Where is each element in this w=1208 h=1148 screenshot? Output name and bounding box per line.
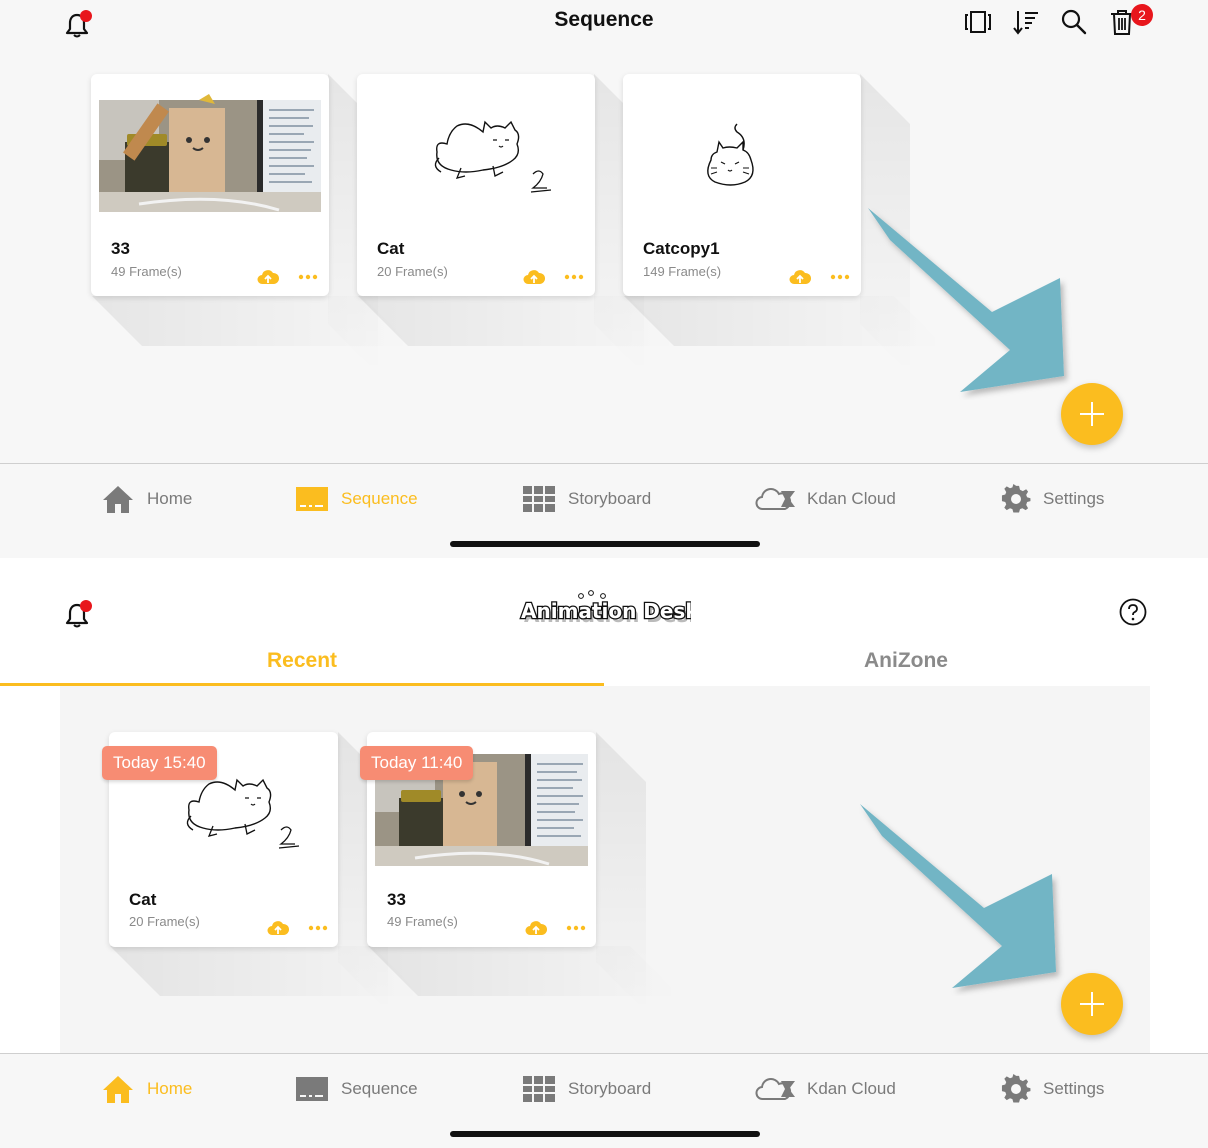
tab-sequence[interactable]: Sequence bbox=[295, 1072, 418, 1106]
tab-settings[interactable]: Settings bbox=[1001, 482, 1104, 516]
recent-card[interactable]: Today 11:40 33 49 Frame(s) bbox=[360, 732, 596, 947]
tab-kdan-cloud[interactable]: Kdan Cloud bbox=[755, 482, 896, 516]
sort-icon[interactable] bbox=[1012, 8, 1040, 36]
more-icon[interactable] bbox=[297, 270, 319, 284]
settings-icon bbox=[1001, 484, 1031, 513]
pointer-arrow bbox=[868, 208, 1064, 392]
more-icon[interactable] bbox=[307, 921, 329, 935]
tab-kdan-cloud[interactable]: Kdan Cloud bbox=[755, 1072, 896, 1106]
cloud-upload-icon[interactable] bbox=[523, 268, 546, 286]
date-badge: Today 15:40 bbox=[102, 746, 217, 780]
tab-label: Settings bbox=[1043, 489, 1105, 508]
bell-icon[interactable] bbox=[64, 600, 92, 628]
sequence-card[interactable]: Cat 20 Frame(s) bbox=[357, 74, 595, 296]
card-title: Cat bbox=[377, 239, 405, 258]
cloud-upload-icon[interactable] bbox=[789, 268, 812, 286]
sequence-screen: Sequence 2 33 49 Frame(s) Cat 20 Frame(s… bbox=[0, 0, 1208, 558]
home-icon bbox=[103, 486, 133, 513]
tab-home[interactable]: Home bbox=[101, 482, 192, 516]
cloud-upload-icon[interactable] bbox=[267, 919, 290, 937]
card-frame-count: 149 Frame(s) bbox=[643, 264, 722, 279]
more-icon[interactable] bbox=[563, 270, 585, 284]
tab-home[interactable]: Home bbox=[101, 1072, 192, 1106]
card-title: 33 bbox=[111, 239, 130, 258]
tab-settings[interactable]: Settings bbox=[1001, 1072, 1104, 1106]
more-icon[interactable] bbox=[829, 270, 851, 284]
tab-sequence[interactable]: Sequence bbox=[295, 482, 418, 516]
card-shadow bbox=[368, 946, 680, 996]
home-indicator bbox=[450, 1131, 760, 1137]
recent-card[interactable]: Today 15:40 Cat 20 Frame(s) bbox=[102, 732, 338, 947]
card-frame-count: 49 Frame(s) bbox=[111, 264, 182, 279]
card-shadow bbox=[92, 296, 412, 346]
plus-icon bbox=[1080, 992, 1104, 1016]
tab-bar: Home Sequence Storyboard Kdan Cloud Sett… bbox=[0, 463, 1208, 558]
tab-storyboard[interactable]: Storyboard bbox=[522, 1072, 651, 1106]
sequence-icon bbox=[296, 1077, 328, 1101]
notification-dot bbox=[80, 600, 92, 612]
kdan-cloud-icon bbox=[755, 488, 795, 510]
storyboard-icon bbox=[523, 486, 555, 512]
sequence-icon bbox=[296, 487, 328, 511]
card-frame-count: 49 Frame(s) bbox=[387, 914, 458, 929]
app-logo: Animation Desk Animation Desk bbox=[519, 590, 702, 628]
sequence-card[interactable]: Catcopy1 149 Frame(s) bbox=[623, 74, 861, 296]
storyboard-icon bbox=[523, 1076, 555, 1102]
tab-storyboard[interactable]: Storyboard bbox=[522, 482, 651, 516]
card-frame-count: 20 Frame(s) bbox=[129, 914, 200, 929]
tab-label: Kdan Cloud bbox=[807, 489, 896, 508]
add-project-button[interactable] bbox=[1061, 973, 1123, 1035]
settings-icon bbox=[1001, 1074, 1031, 1103]
more-icon[interactable] bbox=[565, 921, 587, 935]
card-title: Cat bbox=[129, 890, 157, 909]
cloud-upload-icon[interactable] bbox=[525, 919, 548, 937]
plus-icon bbox=[1080, 402, 1104, 426]
tab-recent[interactable]: Recent bbox=[0, 646, 604, 686]
tab-label: Sequence bbox=[341, 1079, 418, 1098]
card-thumbnail bbox=[99, 82, 321, 228]
svg-text:Animation Desk: Animation Desk bbox=[521, 599, 691, 623]
home-indicator bbox=[450, 541, 760, 547]
kdan-cloud-icon bbox=[755, 1078, 795, 1100]
tab-label: Home bbox=[147, 1079, 193, 1098]
date-badge: Today 11:40 bbox=[360, 746, 474, 780]
home-icon bbox=[103, 1076, 133, 1103]
tab-label: Kdan Cloud bbox=[807, 1079, 896, 1098]
home-screen: Animation Desk Animation Desk Recent Ani… bbox=[0, 560, 1208, 1148]
pointer-arrow bbox=[860, 804, 1056, 988]
card-thumbnail bbox=[631, 82, 853, 228]
tab-label: Settings bbox=[1043, 1079, 1105, 1098]
tab-bar: Home Sequence Storyboard Kdan Cloud Sett… bbox=[0, 1053, 1208, 1148]
search-icon[interactable] bbox=[1060, 8, 1088, 36]
card-title: 33 bbox=[387, 890, 406, 909]
card-title: Catcopy1 bbox=[643, 239, 720, 258]
tab-label: Storyboard bbox=[568, 489, 652, 508]
tab-anizone[interactable]: AniZone bbox=[604, 646, 1208, 686]
cloud-upload-icon[interactable] bbox=[257, 268, 280, 286]
card-shadow bbox=[358, 296, 678, 346]
card-frame-count: 20 Frame(s) bbox=[377, 264, 448, 279]
trash-count-badge: 2 bbox=[1131, 4, 1153, 26]
tab-label: Storyboard bbox=[568, 1079, 652, 1098]
sequence-card[interactable]: 33 49 Frame(s) bbox=[91, 74, 329, 296]
help-icon[interactable] bbox=[1119, 598, 1147, 626]
add-sequence-button[interactable] bbox=[1061, 383, 1123, 445]
card-thumbnail bbox=[365, 82, 587, 228]
tab-label: Sequence bbox=[341, 489, 418, 508]
flip-icon[interactable] bbox=[964, 8, 992, 36]
tab-label: Home bbox=[147, 489, 193, 508]
